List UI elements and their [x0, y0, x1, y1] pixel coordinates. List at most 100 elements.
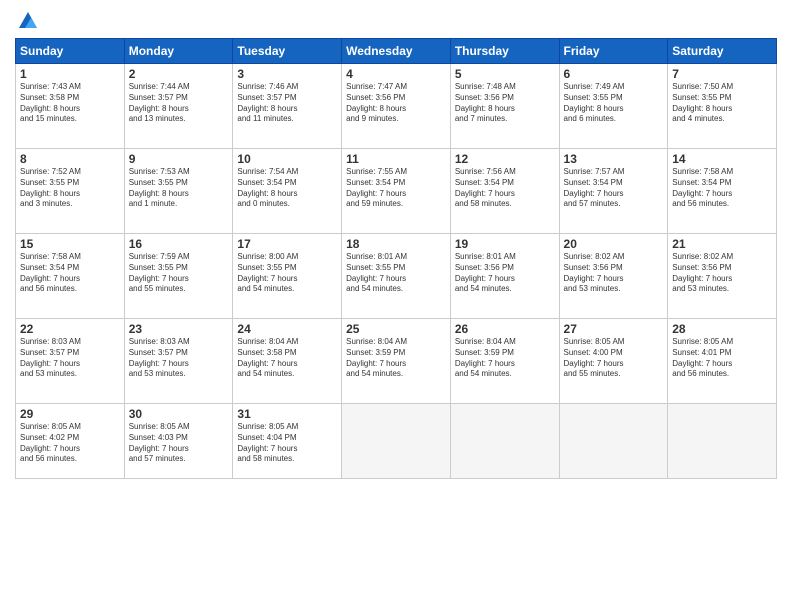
day-number: 13 — [564, 152, 664, 166]
day-info: Sunrise: 7:46 AM Sunset: 3:57 PM Dayligh… — [237, 82, 337, 125]
day-info: Sunrise: 7:44 AM Sunset: 3:57 PM Dayligh… — [129, 82, 229, 125]
day-info: Sunrise: 7:59 AM Sunset: 3:55 PM Dayligh… — [129, 252, 229, 295]
day-number: 20 — [564, 237, 664, 251]
calendar-cell: 4Sunrise: 7:47 AM Sunset: 3:56 PM Daylig… — [342, 64, 451, 149]
day-info: Sunrise: 8:02 AM Sunset: 3:56 PM Dayligh… — [564, 252, 664, 295]
calendar-cell: 11Sunrise: 7:55 AM Sunset: 3:54 PM Dayli… — [342, 149, 451, 234]
calendar-cell: 2Sunrise: 7:44 AM Sunset: 3:57 PM Daylig… — [124, 64, 233, 149]
day-info: Sunrise: 7:47 AM Sunset: 3:56 PM Dayligh… — [346, 82, 446, 125]
day-number: 19 — [455, 237, 555, 251]
day-info: Sunrise: 7:52 AM Sunset: 3:55 PM Dayligh… — [20, 167, 120, 210]
day-number: 2 — [129, 67, 229, 81]
calendar-cell: 15Sunrise: 7:58 AM Sunset: 3:54 PM Dayli… — [16, 234, 125, 319]
calendar-cell: 1Sunrise: 7:43 AM Sunset: 3:58 PM Daylig… — [16, 64, 125, 149]
day-info: Sunrise: 7:58 AM Sunset: 3:54 PM Dayligh… — [672, 167, 772, 210]
day-number: 8 — [20, 152, 120, 166]
day-number: 18 — [346, 237, 446, 251]
calendar-cell: 25Sunrise: 8:04 AM Sunset: 3:59 PM Dayli… — [342, 319, 451, 404]
day-number: 10 — [237, 152, 337, 166]
day-number: 25 — [346, 322, 446, 336]
day-info: Sunrise: 8:04 AM Sunset: 3:59 PM Dayligh… — [346, 337, 446, 380]
main-container: SundayMondayTuesdayWednesdayThursdayFrid… — [0, 0, 792, 489]
day-info: Sunrise: 8:05 AM Sunset: 4:02 PM Dayligh… — [20, 422, 120, 465]
calendar-cell: 3Sunrise: 7:46 AM Sunset: 3:57 PM Daylig… — [233, 64, 342, 149]
calendar-cell: 31Sunrise: 8:05 AM Sunset: 4:04 PM Dayli… — [233, 404, 342, 479]
weekday-header: Monday — [124, 39, 233, 64]
logo-icon — [17, 10, 39, 32]
day-number: 31 — [237, 407, 337, 421]
calendar-cell — [450, 404, 559, 479]
calendar-cell: 29Sunrise: 8:05 AM Sunset: 4:02 PM Dayli… — [16, 404, 125, 479]
calendar-cell: 12Sunrise: 7:56 AM Sunset: 3:54 PM Dayli… — [450, 149, 559, 234]
calendar-cell: 24Sunrise: 8:04 AM Sunset: 3:58 PM Dayli… — [233, 319, 342, 404]
day-number: 26 — [455, 322, 555, 336]
calendar-cell — [559, 404, 668, 479]
day-info: Sunrise: 8:03 AM Sunset: 3:57 PM Dayligh… — [20, 337, 120, 380]
day-info: Sunrise: 8:01 AM Sunset: 3:55 PM Dayligh… — [346, 252, 446, 295]
calendar-week-row: 8Sunrise: 7:52 AM Sunset: 3:55 PM Daylig… — [16, 149, 777, 234]
calendar-week-row: 22Sunrise: 8:03 AM Sunset: 3:57 PM Dayli… — [16, 319, 777, 404]
weekday-header-row: SundayMondayTuesdayWednesdayThursdayFrid… — [16, 39, 777, 64]
day-info: Sunrise: 7:54 AM Sunset: 3:54 PM Dayligh… — [237, 167, 337, 210]
day-info: Sunrise: 7:57 AM Sunset: 3:54 PM Dayligh… — [564, 167, 664, 210]
calendar-cell — [342, 404, 451, 479]
calendar-cell: 20Sunrise: 8:02 AM Sunset: 3:56 PM Dayli… — [559, 234, 668, 319]
day-info: Sunrise: 8:03 AM Sunset: 3:57 PM Dayligh… — [129, 337, 229, 380]
calendar-cell: 10Sunrise: 7:54 AM Sunset: 3:54 PM Dayli… — [233, 149, 342, 234]
calendar-cell — [668, 404, 777, 479]
calendar-cell: 16Sunrise: 7:59 AM Sunset: 3:55 PM Dayli… — [124, 234, 233, 319]
day-number: 11 — [346, 152, 446, 166]
calendar-cell: 9Sunrise: 7:53 AM Sunset: 3:55 PM Daylig… — [124, 149, 233, 234]
calendar-cell: 30Sunrise: 8:05 AM Sunset: 4:03 PM Dayli… — [124, 404, 233, 479]
day-info: Sunrise: 7:55 AM Sunset: 3:54 PM Dayligh… — [346, 167, 446, 210]
day-number: 7 — [672, 67, 772, 81]
header — [15, 10, 777, 32]
calendar-cell: 28Sunrise: 8:05 AM Sunset: 4:01 PM Dayli… — [668, 319, 777, 404]
weekday-header: Tuesday — [233, 39, 342, 64]
day-number: 29 — [20, 407, 120, 421]
calendar-week-row: 1Sunrise: 7:43 AM Sunset: 3:58 PM Daylig… — [16, 64, 777, 149]
calendar-cell: 14Sunrise: 7:58 AM Sunset: 3:54 PM Dayli… — [668, 149, 777, 234]
day-number: 6 — [564, 67, 664, 81]
day-info: Sunrise: 8:04 AM Sunset: 3:59 PM Dayligh… — [455, 337, 555, 380]
calendar-week-row: 15Sunrise: 7:58 AM Sunset: 3:54 PM Dayli… — [16, 234, 777, 319]
calendar-cell: 21Sunrise: 8:02 AM Sunset: 3:56 PM Dayli… — [668, 234, 777, 319]
day-number: 27 — [564, 322, 664, 336]
weekday-header: Thursday — [450, 39, 559, 64]
calendar-cell: 23Sunrise: 8:03 AM Sunset: 3:57 PM Dayli… — [124, 319, 233, 404]
day-info: Sunrise: 7:58 AM Sunset: 3:54 PM Dayligh… — [20, 252, 120, 295]
day-number: 21 — [672, 237, 772, 251]
day-number: 22 — [20, 322, 120, 336]
calendar-cell: 7Sunrise: 7:50 AM Sunset: 3:55 PM Daylig… — [668, 64, 777, 149]
calendar-cell: 27Sunrise: 8:05 AM Sunset: 4:00 PM Dayli… — [559, 319, 668, 404]
day-info: Sunrise: 8:04 AM Sunset: 3:58 PM Dayligh… — [237, 337, 337, 380]
day-number: 14 — [672, 152, 772, 166]
day-info: Sunrise: 8:00 AM Sunset: 3:55 PM Dayligh… — [237, 252, 337, 295]
day-info: Sunrise: 8:01 AM Sunset: 3:56 PM Dayligh… — [455, 252, 555, 295]
calendar-table: SundayMondayTuesdayWednesdayThursdayFrid… — [15, 38, 777, 479]
day-number: 23 — [129, 322, 229, 336]
day-number: 12 — [455, 152, 555, 166]
weekday-header: Saturday — [668, 39, 777, 64]
calendar-cell: 17Sunrise: 8:00 AM Sunset: 3:55 PM Dayli… — [233, 234, 342, 319]
day-number: 16 — [129, 237, 229, 251]
calendar-cell: 13Sunrise: 7:57 AM Sunset: 3:54 PM Dayli… — [559, 149, 668, 234]
weekday-header: Sunday — [16, 39, 125, 64]
calendar-cell: 19Sunrise: 8:01 AM Sunset: 3:56 PM Dayli… — [450, 234, 559, 319]
day-number: 24 — [237, 322, 337, 336]
day-info: Sunrise: 7:48 AM Sunset: 3:56 PM Dayligh… — [455, 82, 555, 125]
calendar-week-row: 29Sunrise: 8:05 AM Sunset: 4:02 PM Dayli… — [16, 404, 777, 479]
weekday-header: Friday — [559, 39, 668, 64]
calendar-cell: 22Sunrise: 8:03 AM Sunset: 3:57 PM Dayli… — [16, 319, 125, 404]
day-info: Sunrise: 8:05 AM Sunset: 4:04 PM Dayligh… — [237, 422, 337, 465]
day-info: Sunrise: 8:02 AM Sunset: 3:56 PM Dayligh… — [672, 252, 772, 295]
day-number: 15 — [20, 237, 120, 251]
day-number: 5 — [455, 67, 555, 81]
day-info: Sunrise: 7:43 AM Sunset: 3:58 PM Dayligh… — [20, 82, 120, 125]
calendar-cell: 18Sunrise: 8:01 AM Sunset: 3:55 PM Dayli… — [342, 234, 451, 319]
day-number: 9 — [129, 152, 229, 166]
day-info: Sunrise: 8:05 AM Sunset: 4:00 PM Dayligh… — [564, 337, 664, 380]
calendar-cell: 6Sunrise: 7:49 AM Sunset: 3:55 PM Daylig… — [559, 64, 668, 149]
day-number: 1 — [20, 67, 120, 81]
calendar-cell: 26Sunrise: 8:04 AM Sunset: 3:59 PM Dayli… — [450, 319, 559, 404]
